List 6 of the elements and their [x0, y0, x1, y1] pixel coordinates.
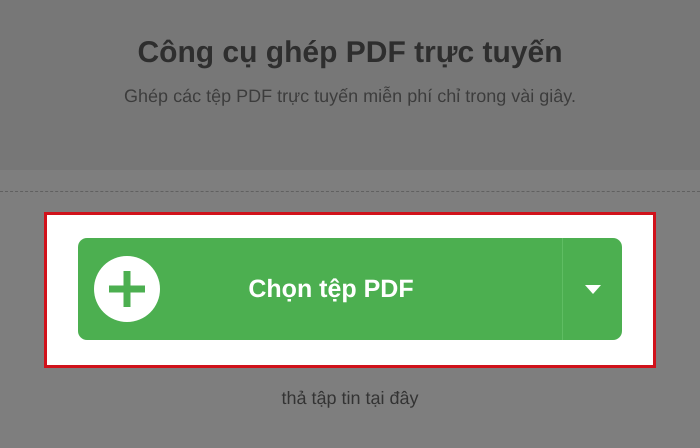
- drop-hint: thả tập tin tại đây: [280, 388, 420, 409]
- caret-icon: [584, 284, 600, 294]
- page-title: Công cụ ghép PDF trực tuyến: [137, 36, 563, 70]
- page-subtitle: Ghép các tệp PDF trực tuyến miễn phí chỉ trong vài giây.: [124, 86, 576, 107]
- choose-file-button[interactable]: Chọn tệp PDF: [78, 238, 562, 340]
- plus-icon: [94, 256, 160, 322]
